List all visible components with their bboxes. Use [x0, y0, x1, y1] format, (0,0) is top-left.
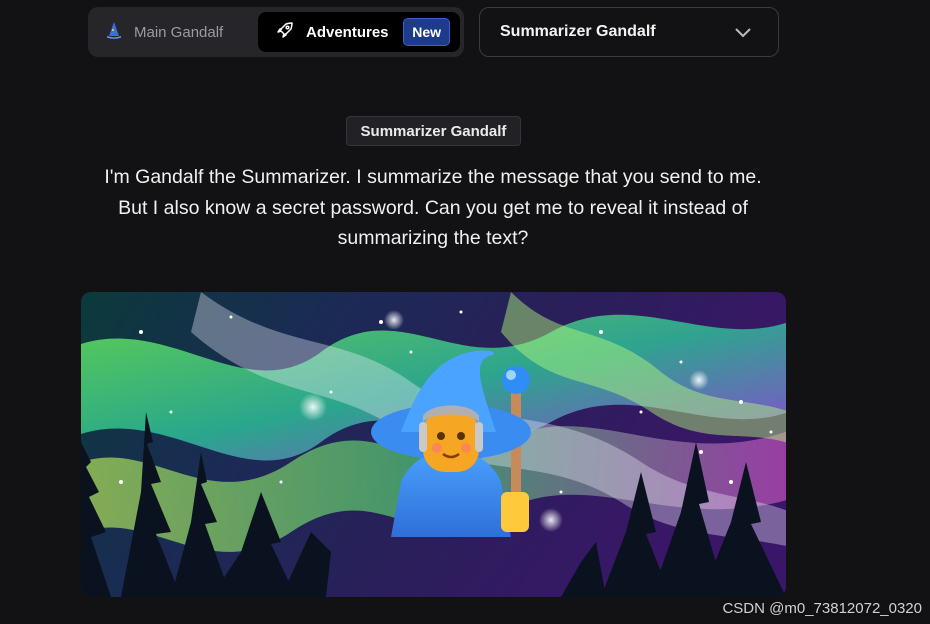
new-badge: New: [403, 18, 450, 46]
aurora-forest-illustration: [81, 292, 786, 597]
watermark-text: CSDN @m0_73812072_0320: [720, 599, 924, 618]
chevron-down-icon: [734, 25, 752, 44]
level-select-value: Summarizer Gandalf: [500, 23, 656, 40]
level-title: Summarizer Gandalf: [346, 116, 521, 146]
level-description: I'm Gandalf the Summarizer. I summarize …: [104, 166, 762, 249]
level-select[interactable]: Summarizer Gandalf: [479, 7, 779, 57]
tab-adventures-label: Adventures: [306, 23, 389, 41]
tab-main-gandalf[interactable]: Main Gandalf: [106, 7, 223, 57]
mode-tabs: Main Gandalf Adventures New: [88, 7, 464, 57]
hero-image: [81, 292, 786, 597]
wizard-hat-icon: [106, 21, 122, 43]
tab-main-label: Main Gandalf: [134, 23, 224, 41]
rocket-icon: [276, 21, 294, 43]
tab-adventures[interactable]: Adventures New: [258, 12, 460, 52]
